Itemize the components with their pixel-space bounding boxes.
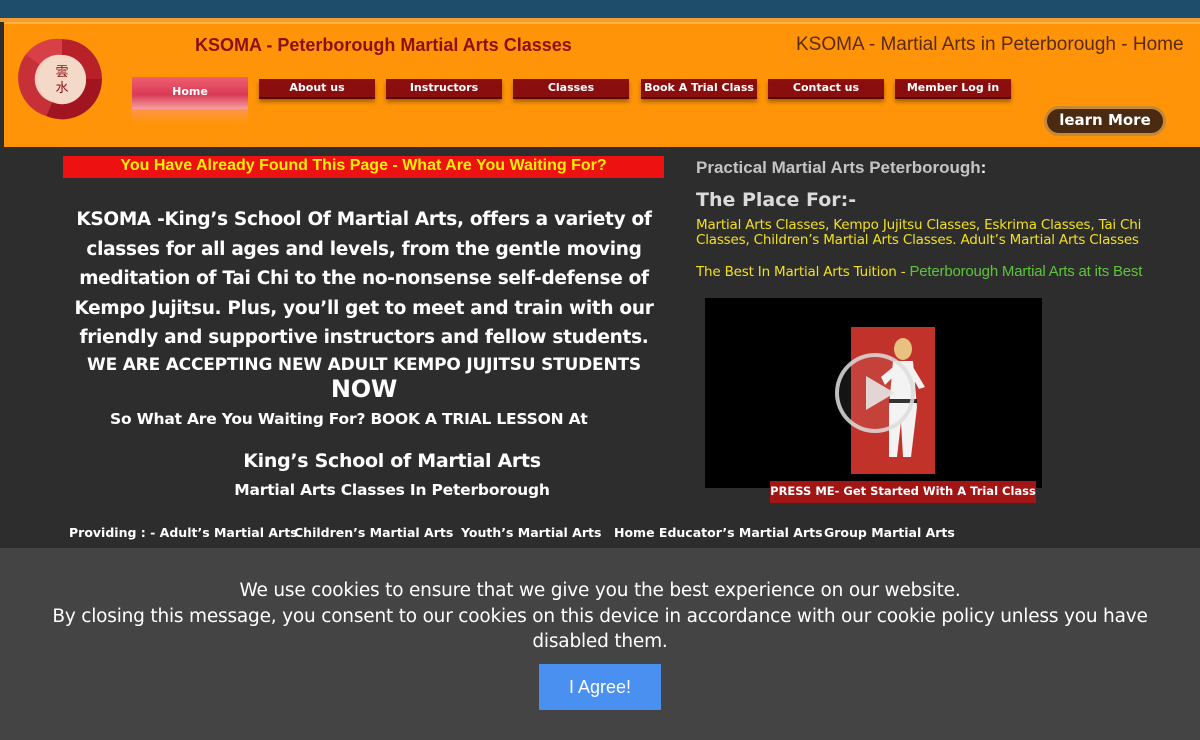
providing-home-educators[interactable]: Home Educator’s Martial Arts xyxy=(614,525,823,540)
cookie-line-1: We use cookies to ensure that we give yo… xyxy=(239,580,961,601)
play-triangle-icon xyxy=(866,376,895,410)
nav-classes[interactable]: Classes xyxy=(513,79,629,99)
nav-instructors[interactable]: Instructors xyxy=(386,79,502,99)
best-tuition-prefix: The Best In Martial Arts Tuition - xyxy=(696,264,910,280)
play-icon[interactable] xyxy=(835,353,915,433)
nav-book-trial-class[interactable]: Book A Trial Class xyxy=(641,79,757,99)
school-name: King’s School of Martial Arts xyxy=(243,450,541,472)
practical-heading: Practical Martial Arts Peterborough: xyxy=(696,158,986,178)
best-tuition-highlight: Peterborough Martial Arts at its Best xyxy=(909,263,1143,280)
best-tuition-text: The Best In Martial Arts Tuition - Peter… xyxy=(696,263,1142,280)
nav-home[interactable]: Home xyxy=(132,77,248,109)
school-subtitle: Martial Arts Classes In Peterborough xyxy=(234,481,550,499)
providing-children[interactable]: Children’s Martial Arts xyxy=(294,525,453,540)
accepting-students-text: WE ARE ACCEPTING NEW ADULT KEMPO JUJITSU… xyxy=(58,355,670,403)
trial-class-video-button[interactable]: PRESS ME- Get Started With A Trial Class xyxy=(770,481,1036,503)
providing-youth[interactable]: Youth’s Martial Arts xyxy=(461,525,601,540)
nav-member-log-in[interactable]: Member Log in xyxy=(895,79,1011,99)
practical-heading-text: Practical Martial Arts Peterborough xyxy=(696,158,981,177)
site-title: KSOMA - Peterborough Martial Arts Classe… xyxy=(195,35,572,55)
learn-more-button[interactable]: learn More xyxy=(1044,106,1166,136)
agree-button[interactable]: I Agree! xyxy=(539,664,661,710)
accepting-now: NOW xyxy=(330,375,398,403)
providing-adults[interactable]: Providing : - Adult’s Martial Arts xyxy=(69,525,298,540)
intro-paragraph: KSOMA -King’s School Of Martial Arts, of… xyxy=(74,209,654,348)
cookie-banner: We use cookies to ensure that we give yo… xyxy=(0,548,1200,740)
banner-already-found: You Have Already Found This Page - What … xyxy=(63,156,664,178)
ksoma-logo-icon[interactable]: 雲 水 xyxy=(16,34,108,124)
providing-group[interactable]: Group Martial Arts xyxy=(824,525,955,540)
page-tagline: KSOMA - Martial Arts in Peterborough - H… xyxy=(796,34,1184,55)
book-trial-prompt: So What Are You Waiting For? BOOK A TRIA… xyxy=(110,410,588,428)
accepting-label: WE ARE ACCEPTING NEW ADULT KEMPO JUJITSU… xyxy=(87,355,641,375)
nav-contact-us[interactable]: Contact us xyxy=(768,79,884,99)
video-player[interactable] xyxy=(705,298,1042,488)
cookie-message: We use cookies to ensure that we give yo… xyxy=(40,578,1160,655)
nav-about-us[interactable]: About us xyxy=(259,79,375,99)
svg-text:水: 水 xyxy=(55,81,68,96)
place-for-heading: The Place For:- xyxy=(696,189,857,211)
svg-text:雲: 雲 xyxy=(55,65,68,80)
cookie-line-2: By closing this message, you consent to … xyxy=(52,605,1148,653)
nav-home-reflection xyxy=(132,109,248,123)
site-header: 雲 水 KSOMA - Peterborough Martial Arts Cl… xyxy=(4,22,1200,147)
classes-list-text: Martial Arts Classes, Kempo Jujitsu Clas… xyxy=(696,217,1142,248)
top-strip xyxy=(0,0,1200,18)
practical-heading-colon: : xyxy=(980,158,987,177)
